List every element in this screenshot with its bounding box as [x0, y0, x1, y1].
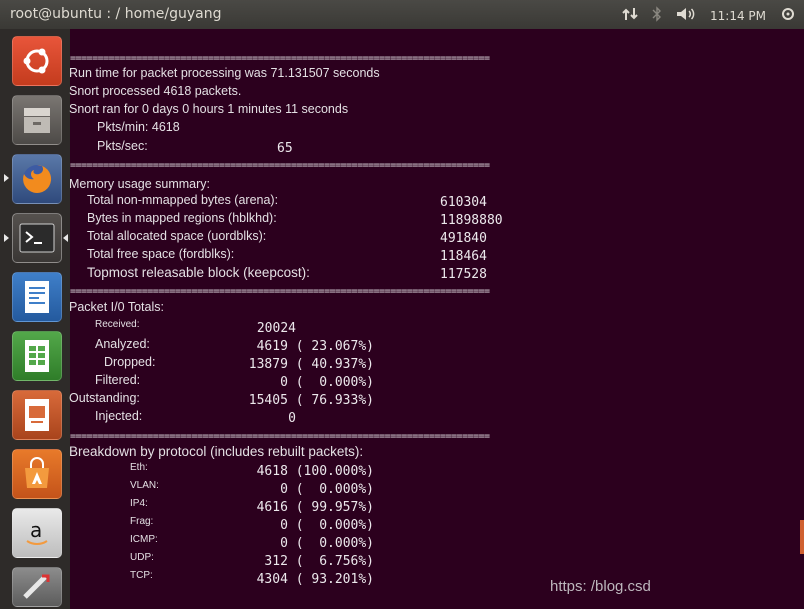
running-indicator — [4, 234, 9, 242]
memory-row-label: Total allocated space (uordblks): — [87, 229, 267, 243]
running-indicator — [4, 174, 9, 182]
svg-text:a: a — [30, 518, 42, 542]
memory-row-label: Total free space (fordblks): — [87, 247, 235, 261]
clock-label[interactable]: 11:14 PM — [710, 9, 766, 23]
protocol-header: Breakdown by protocol (includes rebuilt … — [69, 444, 364, 459]
libreoffice-writer-icon[interactable] — [12, 272, 62, 322]
packet-io-row-value: 13879 ( 40.937%) — [248, 357, 374, 372]
power-gear-icon[interactable] — [780, 6, 796, 26]
amazon-icon[interactable]: a — [12, 508, 62, 558]
memory-row-value: 118464 — [440, 249, 487, 264]
protocol-row-value: 0 ( 0.000%) — [280, 518, 374, 533]
indicator-area: 11:14 PM — [622, 6, 796, 26]
window-title: root@ubuntu : / home/guyang — [10, 6, 222, 22]
libreoffice-impress-icon[interactable] — [12, 390, 62, 440]
runtime-line: Run time for packet processing was 71.13… — [69, 66, 380, 80]
separator-line: ========================================… — [70, 286, 490, 297]
memory-row-value: 117528 — [440, 267, 487, 282]
protocol-row-value: 0 ( 0.000%) — [280, 536, 374, 551]
files-icon[interactable] — [12, 95, 62, 145]
protocol-row-value: 4616 ( 99.957%) — [256, 500, 374, 515]
processed-line: Snort processed 4618 packets. — [69, 84, 242, 98]
top-panel: root@ubuntu : / home/guyang 11:14 PM — [0, 0, 804, 29]
active-indicator — [63, 234, 68, 242]
bluetooth-icon[interactable] — [652, 6, 662, 26]
separator-line: ========================================… — [70, 431, 490, 442]
memory-header: Memory usage summary: — [69, 177, 211, 191]
memory-row-label: Total non-mmapped bytes (arena): — [87, 193, 279, 207]
launcher: a — [0, 29, 71, 609]
memory-row-value: 11898880 — [440, 213, 503, 228]
firefox-icon[interactable] — [12, 154, 62, 204]
protocol-row-value: 312 ( 6.756%) — [264, 554, 374, 569]
protocol-row-value: 4618 (100.000%) — [256, 464, 374, 479]
memory-row-value: 491840 — [440, 231, 487, 246]
scrollbar-handle[interactable] — [800, 520, 804, 554]
terminal-window[interactable]: ========================================… — [69, 29, 804, 609]
software-center-icon[interactable] — [12, 449, 62, 499]
packet-io-header: Packet I/0 Totals: — [69, 300, 164, 314]
volume-icon[interactable] — [676, 6, 696, 26]
pkts-sec-label: Pkts/sec: — [97, 139, 148, 153]
separator-line: ========================================… — [70, 160, 490, 171]
packet-io-row-value: 15405 ( 76.933%) — [248, 393, 374, 408]
libreoffice-calc-icon[interactable] — [12, 331, 62, 381]
pkts-sec-value: 65 — [277, 141, 293, 156]
pkts-min: Pkts/min: 4618 — [97, 120, 180, 134]
ubuntu-dash-icon[interactable] — [12, 36, 62, 86]
system-settings-icon[interactable] — [12, 567, 62, 607]
packet-io-row-value: 0 — [288, 411, 296, 426]
memory-row-value: 610304 — [440, 195, 487, 210]
memory-row-label: Bytes in mapped regions (hblkhd): — [87, 211, 277, 225]
protocol-row-value: 0 ( 0.000%) — [280, 482, 374, 497]
protocol-row-value: 4304 ( 93.201%) — [256, 572, 374, 587]
packet-io-row-value: 20024 — [256, 321, 296, 336]
network-icon[interactable] — [622, 6, 638, 26]
separator-line: ========================================… — [70, 53, 490, 64]
packet-io-row-value: 0 ( 0.000%) — [280, 375, 374, 390]
memory-row-label: Topmost releasable block (keepcost): — [87, 265, 310, 280]
terminal-icon[interactable] — [12, 213, 62, 263]
watermark-text: https: /blog.csd — [550, 578, 651, 595]
packet-io-row-value: 4619 ( 23.067%) — [256, 339, 374, 354]
duration-line: Snort ran for 0 days 0 hours 1 minutes 1… — [69, 102, 349, 116]
